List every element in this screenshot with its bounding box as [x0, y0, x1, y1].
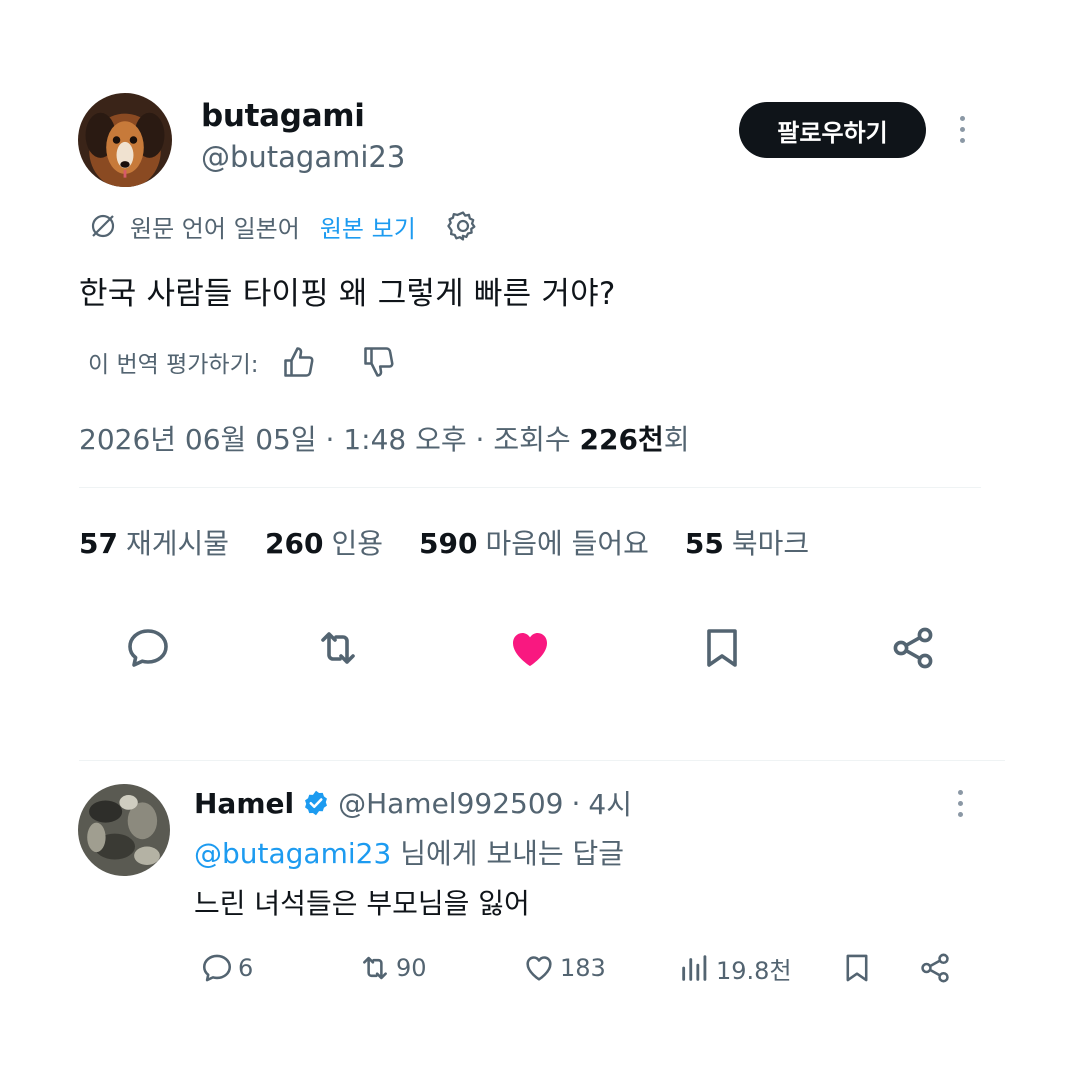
thumbs-down-icon[interactable] [361, 344, 397, 380]
author-avatar[interactable] [78, 93, 172, 187]
reply-time[interactable]: 4시 [588, 783, 632, 823]
tweet-text: 한국 사람들 타이핑 왜 그렇게 빠른 거야? [79, 276, 616, 312]
gear-icon[interactable] [446, 209, 480, 243]
bookmark-action[interactable] [840, 948, 878, 988]
more-options-icon[interactable] [954, 790, 966, 817]
share-icon[interactable] [889, 624, 937, 672]
stat-quotes[interactable]: 260 인용 [265, 522, 383, 562]
divider [79, 487, 981, 488]
reply-icon[interactable] [124, 624, 172, 672]
stat-reposts[interactable]: 57 재게시물 [79, 522, 229, 562]
tweet-date[interactable]: 2026년 06월 05일 [79, 423, 317, 456]
author-display-name[interactable]: butagami [201, 98, 365, 134]
views-count-reply: 19.8천 [716, 956, 792, 985]
more-options-icon[interactable] [956, 116, 968, 143]
like-count: 183 [560, 954, 606, 982]
share-action[interactable] [918, 948, 956, 988]
replying-to: @butagami23 님에게 보내는 답글 [194, 832, 624, 872]
tweet-time[interactable]: 1:48 오후 [343, 423, 466, 456]
rate-translation-label: 이 번역 평가하기: [88, 352, 259, 378]
retweet-icon[interactable] [314, 624, 362, 672]
share-icon [921, 953, 949, 983]
stat-likes[interactable]: 590 마음에 들어요 [419, 522, 649, 562]
reply-handle[interactable]: @Hamel992509 [338, 787, 563, 820]
retweet-action[interactable]: 90 [358, 948, 427, 988]
divider [79, 760, 1005, 761]
translation-source-label: 원문 언어 일본어 [130, 214, 300, 243]
verified-badge-icon [305, 790, 328, 816]
like-action[interactable]: 183 [522, 948, 606, 988]
translate-icon [91, 214, 115, 238]
author-handle[interactable]: @butagami23 [201, 140, 405, 174]
replying-to-label: 님에게 보내는 답글 [400, 837, 625, 870]
translation-bar: 원문 언어 일본어 원본 보기 [88, 206, 480, 246]
analytics-icon [682, 955, 707, 981]
retweet-icon [363, 956, 387, 980]
views-action[interactable]: 19.8천 [678, 948, 792, 988]
rate-translation: 이 번역 평가하기: [88, 340, 397, 384]
views-suffix: 회 [663, 423, 690, 456]
follow-button[interactable]: 팔로우하기 [739, 102, 926, 158]
views-count: 226천 [579, 423, 664, 456]
stat-bookmarks[interactable]: 55 북마크 [685, 522, 809, 562]
retweet-count: 90 [396, 954, 427, 982]
show-original-link[interactable]: 원본 보기 [320, 209, 416, 244]
reply-text: 느린 녀석들은 부모님을 잃어 [194, 887, 530, 920]
separator-dot: · [571, 786, 581, 820]
reply-count: 6 [238, 954, 254, 982]
bookmark-icon [846, 954, 868, 982]
tweet-meta: 2026년 06월 05일 · 1:48 오후 · 조회수 226천회 [79, 423, 690, 456]
bookmark-icon[interactable] [698, 624, 746, 672]
replying-to-handle[interactable]: @butagami23 [194, 837, 391, 870]
thumbs-up-icon[interactable] [281, 344, 317, 380]
reply-display-name[interactable]: Hamel [194, 787, 294, 820]
reply-header: Hamel @Hamel992509 · 4시 [194, 783, 632, 823]
reply-avatar[interactable] [78, 784, 170, 876]
engagement-stats: 57 재게시물 260 인용 590 마음에 들어요 55 북마크 [79, 522, 845, 562]
reply-icon [202, 954, 232, 982]
reply-action[interactable]: 6 [200, 948, 253, 988]
heart-icon [526, 956, 552, 981]
views-prefix: 조회수 [493, 423, 571, 456]
heart-icon[interactable] [506, 624, 554, 672]
